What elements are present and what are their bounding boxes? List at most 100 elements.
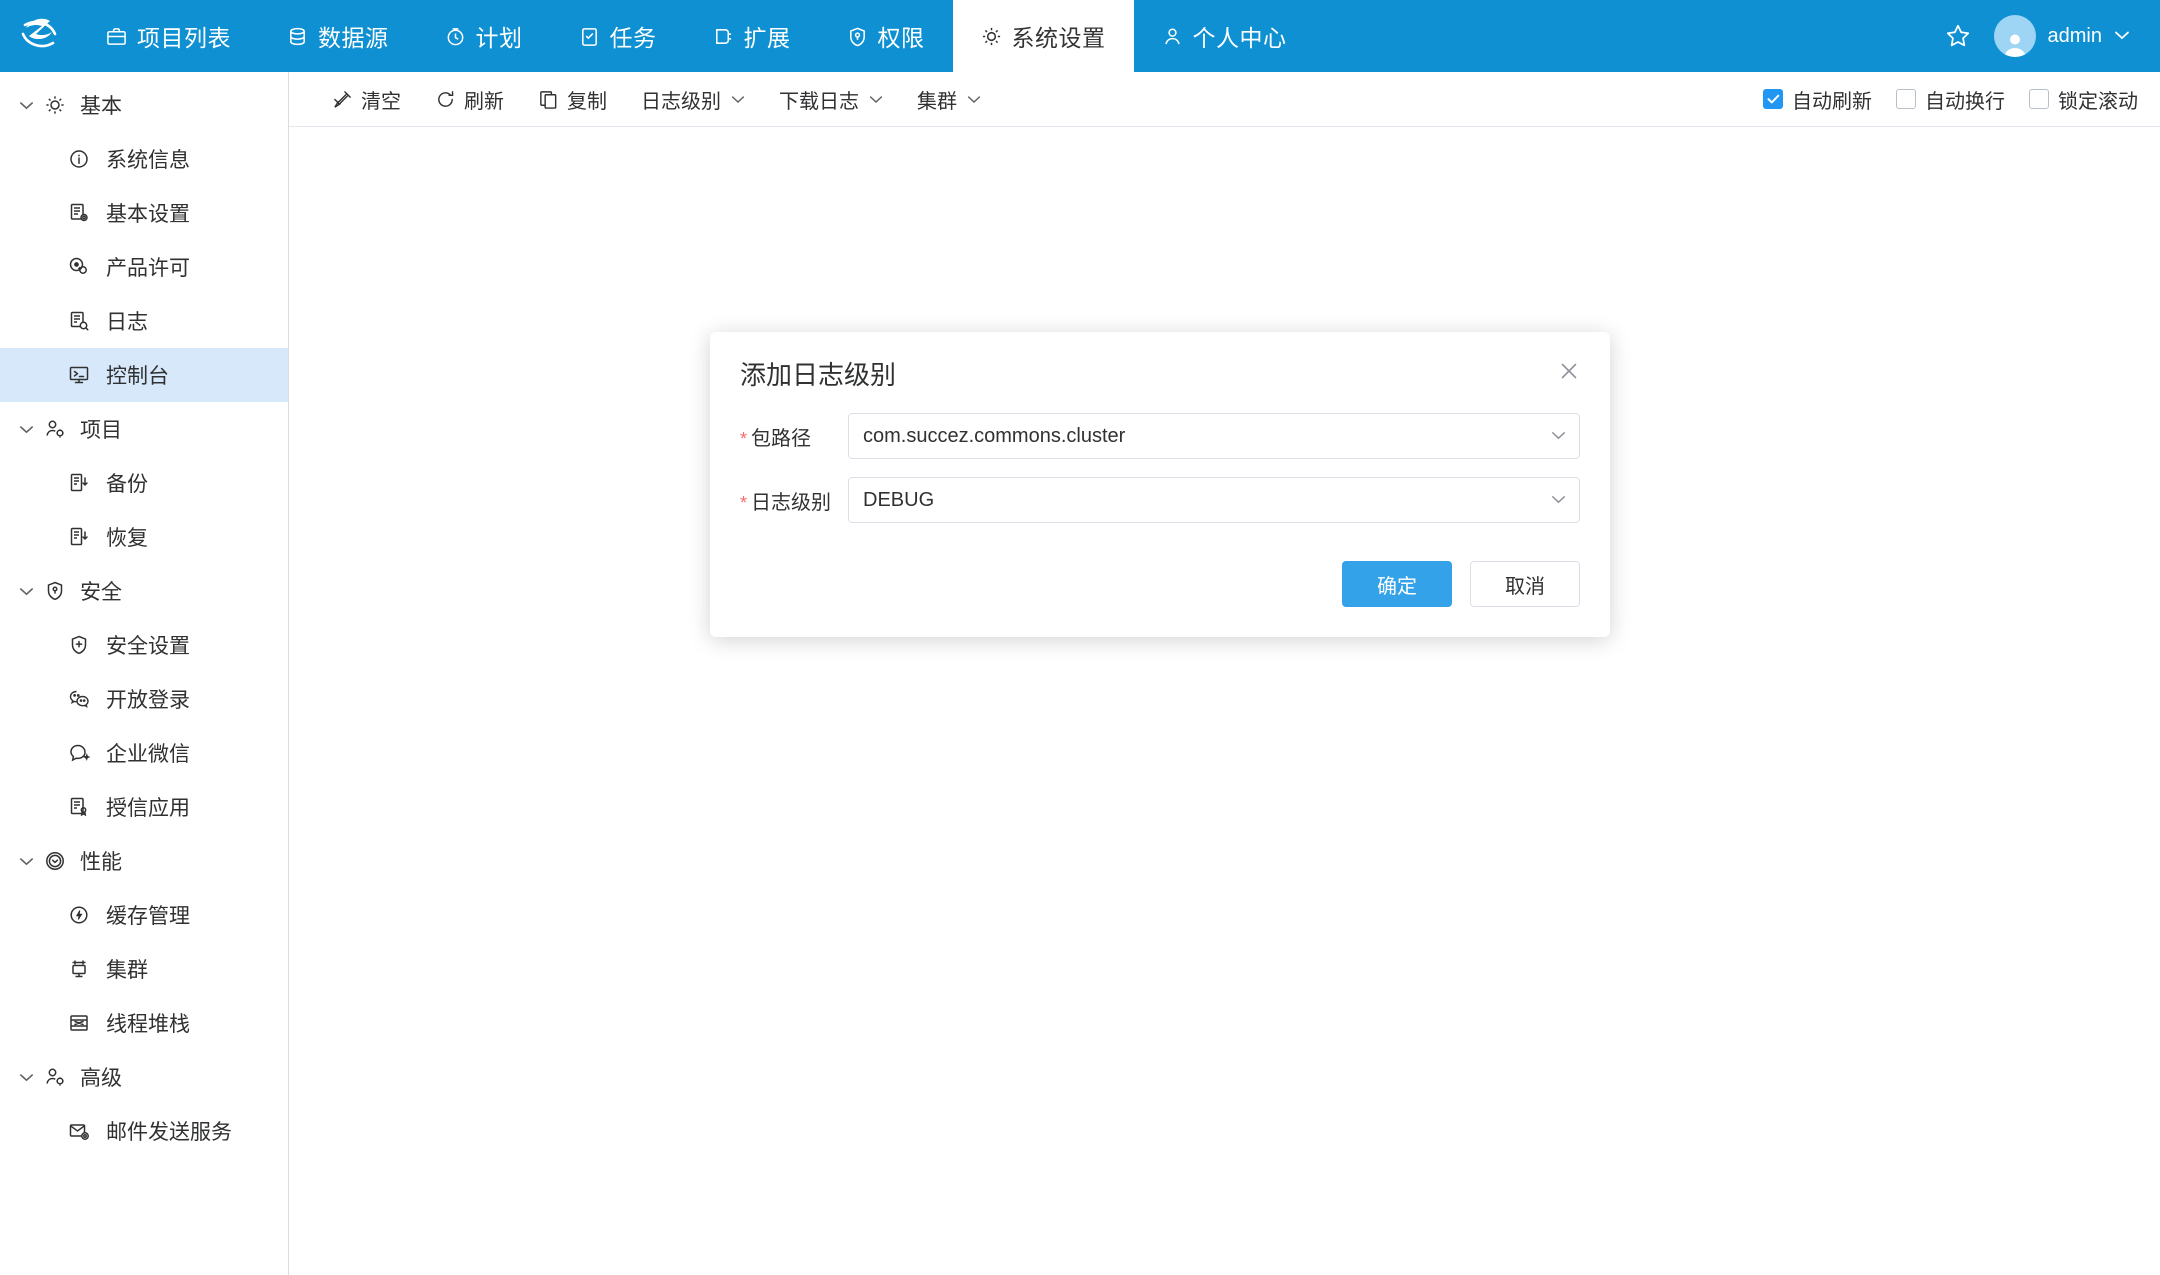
sidebar-item-console[interactable]: 控制台 xyxy=(0,348,288,402)
required-asterisk: * xyxy=(740,429,747,449)
nav-tab-label: 个人中心 xyxy=(1193,19,1287,53)
doc-certificate-icon xyxy=(68,796,94,818)
nav-tab-personal-center[interactable]: 个人中心 xyxy=(1134,0,1315,72)
toolbar-button-label: 日志级别 xyxy=(641,85,721,114)
sidebar-item-enterprise-wechat[interactable]: 企业微信 xyxy=(0,726,288,780)
chevron-down-icon xyxy=(18,425,34,434)
check-icon xyxy=(1767,94,1780,104)
toolbar-button-label: 复制 xyxy=(567,85,607,114)
refresh-button[interactable]: 刷新 xyxy=(418,79,521,119)
sidebar-group-performance[interactable]: 性能 xyxy=(0,834,288,888)
confirm-button[interactable]: 确定 xyxy=(1342,561,1452,607)
sidebar-item-label: 集群 xyxy=(106,954,148,984)
nav-tab-label: 计划 xyxy=(476,19,523,53)
sidebar-group-project[interactable]: 项目 xyxy=(0,402,288,456)
sidebar-item-label: 线程堆栈 xyxy=(106,1008,190,1038)
package-path-row: *包路径 com.succez.commons.cluster xyxy=(740,413,1580,459)
console-monitor-icon xyxy=(68,364,94,386)
sidebar-item-trusted-app[interactable]: 授信应用 xyxy=(0,780,288,834)
download-log-dropdown[interactable]: 下载日志 xyxy=(762,79,900,119)
sidebar-item-label: 开放登录 xyxy=(106,684,190,714)
log-level-dropdown[interactable]: 日志级别 xyxy=(624,79,762,119)
doc-search-icon xyxy=(68,310,94,332)
sidebar-item-label: 安全设置 xyxy=(106,630,190,660)
gear-sun-icon xyxy=(44,94,70,116)
chevron-down-icon xyxy=(18,857,34,866)
nav-tab-plan[interactable]: 计划 xyxy=(417,0,551,72)
nav-tab-label: 系统设置 xyxy=(1012,19,1106,53)
nav-tab-label: 任务 xyxy=(610,19,657,53)
toolbar-button-label: 集群 xyxy=(917,85,957,114)
lock-scroll-checkbox[interactable]: 锁定滚动 xyxy=(2029,85,2138,114)
close-icon[interactable] xyxy=(1554,356,1584,386)
header-spacer xyxy=(1315,0,1944,72)
clear-button[interactable]: 清空 xyxy=(315,79,418,119)
nav-tab-extension[interactable]: 扩展 xyxy=(685,0,819,72)
nav-tab-task[interactable]: 任务 xyxy=(551,0,685,72)
sidebar-item-security-settings[interactable]: 安全设置 xyxy=(0,618,288,672)
dialog-footer: 确定 取消 xyxy=(710,545,1610,637)
succez-logo-icon xyxy=(17,12,61,61)
nav-tab-project-list[interactable]: 项目列表 xyxy=(78,0,259,72)
copy-button[interactable]: 复制 xyxy=(521,79,624,119)
sidebar-item-product-license[interactable]: 产品许可 xyxy=(0,240,288,294)
cancel-button[interactable]: 取消 xyxy=(1470,561,1580,607)
field-label-text: 包路径 xyxy=(751,428,811,450)
app-logo[interactable] xyxy=(0,0,78,72)
wechat-icon xyxy=(68,688,94,710)
checklist-icon xyxy=(579,26,600,47)
database-icon xyxy=(287,26,308,47)
required-asterisk: * xyxy=(740,493,747,513)
user-menu[interactable]: admin xyxy=(1994,15,2130,57)
sidebar-item-label: 恢复 xyxy=(106,522,148,552)
sidebar-item-cluster[interactable]: 集群 xyxy=(0,942,288,996)
nav-tab-label: 数据源 xyxy=(318,19,389,53)
avatar-person-icon xyxy=(2000,29,2030,57)
sidebar-item-basic-settings[interactable]: 基本设置 xyxy=(0,186,288,240)
auto-refresh-checkbox[interactable]: 自动刷新 xyxy=(1763,85,1872,114)
sidebar-group-basic[interactable]: 基本 xyxy=(0,78,288,132)
sidebar-item-open-login[interactable]: 开放登录 xyxy=(0,672,288,726)
chevron-down-icon xyxy=(731,91,745,107)
user-icon xyxy=(1162,26,1183,47)
cluster-dropdown[interactable]: 集群 xyxy=(900,79,998,119)
shield-key-icon xyxy=(847,26,868,47)
log-level-select[interactable]: DEBUG xyxy=(848,477,1580,523)
dialog-header: 添加日志级别 xyxy=(710,332,1610,391)
user-gear-icon xyxy=(44,1066,70,1088)
sidebar-item-restore[interactable]: 恢复 xyxy=(0,510,288,564)
doc-gear-icon xyxy=(68,202,94,224)
sidebar-group-advanced[interactable]: 高级 xyxy=(0,1050,288,1104)
nav-tab-system-settings[interactable]: 系统设置 xyxy=(953,0,1134,72)
nav-tab-datasource[interactable]: 数据源 xyxy=(259,0,417,72)
sidebar-item-cache-management[interactable]: 缓存管理 xyxy=(0,888,288,942)
sidebar-item-system-info[interactable]: 系统信息 xyxy=(0,132,288,186)
auto-wrap-checkbox[interactable]: 自动换行 xyxy=(1896,85,2005,114)
chevron-down-icon xyxy=(18,1073,34,1082)
sidebar-item-backup[interactable]: 备份 xyxy=(0,456,288,510)
sidebar-item-label: 系统信息 xyxy=(106,144,190,174)
avatar xyxy=(1994,15,2036,57)
sidebar-item-label: 产品许可 xyxy=(106,252,190,282)
sidebar-item-thread-stack[interactable]: 线程堆栈 xyxy=(0,996,288,1050)
console-main-pane: 清空 刷新 复制 xyxy=(289,72,2160,1275)
info-circle-icon xyxy=(68,148,94,170)
sidebar-group-security[interactable]: 安全 xyxy=(0,564,288,618)
clock-icon xyxy=(445,26,466,47)
app-body: 基本 系统信息 基本设置 xyxy=(0,72,2160,1275)
sidebar-group-label: 高级 xyxy=(80,1062,122,1092)
checkbox-label: 锁定滚动 xyxy=(2058,85,2138,114)
header-right-actions: admin xyxy=(1944,0,2160,72)
checkbox-label: 自动刷新 xyxy=(1792,85,1872,114)
sidebar-item-log[interactable]: 日志 xyxy=(0,294,288,348)
nav-tab-permission[interactable]: 权限 xyxy=(819,0,953,72)
mail-gear-icon xyxy=(68,1120,94,1142)
toolbar-button-label: 刷新 xyxy=(464,85,504,114)
console-output[interactable] xyxy=(289,127,2160,1275)
toolbar-button-label: 下载日志 xyxy=(779,85,859,114)
star-outline-icon[interactable] xyxy=(1944,22,1972,50)
package-path-select-wrap: com.succez.commons.cluster xyxy=(848,413,1580,459)
package-path-select[interactable]: com.succez.commons.cluster xyxy=(848,413,1580,459)
sidebar-item-mail-service[interactable]: 邮件发送服务 xyxy=(0,1104,288,1158)
sidebar-item-label: 缓存管理 xyxy=(106,900,190,930)
